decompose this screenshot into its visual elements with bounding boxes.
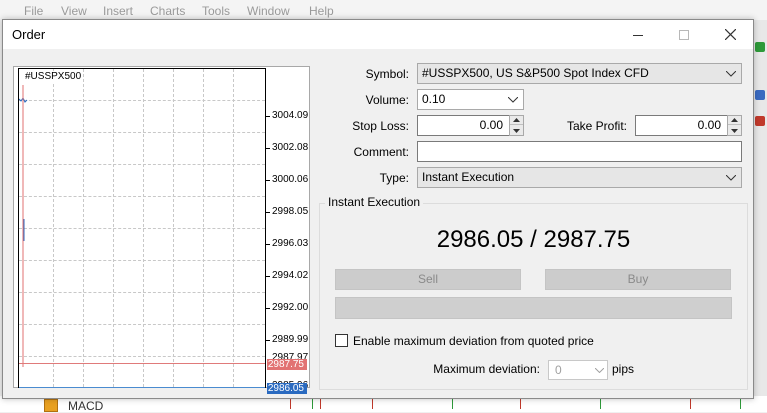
chevron-down-icon <box>508 90 518 109</box>
stop-loss-spin-buttons[interactable] <box>509 115 524 136</box>
execution-group-title: Instant Execution <box>325 195 424 209</box>
indicator-icon <box>44 399 58 412</box>
toolbar-icon[interactable] <box>755 116 765 126</box>
candle <box>320 399 321 409</box>
ask-line <box>19 363 265 364</box>
background-right-toolbar <box>752 20 767 412</box>
volume-label: Volume: <box>365 93 409 107</box>
order-dialog: Order #USSPX500 3004.09 3002.08 3000.06 … <box>2 19 754 399</box>
chart-plot-area: #USSPX500 <box>18 68 266 388</box>
candle <box>290 399 291 409</box>
symbol-select[interactable]: #USSPX500, US S&P500 Spot Index CFD <box>417 63 742 84</box>
chart-symbol-label: #USSPX500 <box>25 71 82 82</box>
take-profit-input[interactable]: 0.00 <box>635 115 728 136</box>
price-tick-label: 2998.05 <box>272 206 309 217</box>
max-deviation-label: Maximum deviation: <box>433 362 540 376</box>
price-tick-label: 2989.99 <box>272 334 309 345</box>
toolbar-icon[interactable] <box>755 42 765 52</box>
menu-file[interactable]: File <box>24 4 43 18</box>
buy-button[interactable]: Buy <box>545 269 731 290</box>
comment-label: Comment: <box>353 145 409 159</box>
max-deviation-select[interactable]: 0 <box>548 360 608 380</box>
menu-charts[interactable]: Charts <box>150 4 185 18</box>
tick-mark <box>266 116 270 117</box>
candle <box>740 399 741 409</box>
price-tick-label: 2996.03 <box>272 238 309 249</box>
tick-chart: #USSPX500 3004.09 3002.08 3000.06 2998.0… <box>13 66 310 394</box>
bid-price-tag: 2986.05 <box>267 383 307 394</box>
take-profit-label: Take Profit: <box>566 119 627 133</box>
menu-window[interactable]: Window <box>247 4 290 18</box>
menu-tools[interactable]: Tools <box>202 4 230 18</box>
maximize-icon <box>679 29 689 40</box>
candle <box>520 399 521 409</box>
spin-down-icon[interactable] <box>728 126 741 135</box>
tick-mark <box>266 180 270 181</box>
max-deviation-checkbox-label[interactable]: Enable maximum deviation from quoted pri… <box>353 334 594 348</box>
symbol-label: Symbol: <box>365 67 409 81</box>
candle <box>600 399 601 409</box>
execution-progress-bar <box>335 297 732 319</box>
price-tick-label: 2994.02 <box>272 270 309 281</box>
ask-price-tag: 2987.75 <box>267 359 307 370</box>
take-profit-spin-buttons[interactable] <box>727 115 742 136</box>
tick-mark <box>266 340 270 341</box>
chevron-down-icon <box>726 64 736 83</box>
menu-view[interactable]: View <box>61 4 87 18</box>
volume-select[interactable]: 0.10 <box>417 89 524 110</box>
menu-help[interactable]: Help <box>309 4 334 18</box>
dialog-titlebar[interactable]: Order <box>3 20 753 49</box>
spin-down-icon[interactable] <box>510 126 523 135</box>
minimize-icon <box>633 34 643 36</box>
maximize-button[interactable] <box>661 20 707 49</box>
menu-insert[interactable]: Insert <box>103 4 133 18</box>
tick-mark <box>266 276 270 277</box>
bid-line <box>19 387 265 388</box>
max-deviation-value: 0 <box>555 363 562 377</box>
spin-up-icon[interactable] <box>728 116 741 125</box>
dialog-title: Order <box>12 27 46 42</box>
tick-mark <box>266 244 270 245</box>
close-icon <box>724 29 736 40</box>
stop-loss-input[interactable]: 0.00 <box>417 115 510 136</box>
chevron-down-icon <box>726 168 736 187</box>
indicator-label[interactable]: MACD <box>68 399 103 413</box>
candle <box>690 399 691 409</box>
tick-mark <box>266 212 270 213</box>
chevron-down-icon <box>594 361 604 379</box>
background-menubar: File View Insert Charts Tools Window Hel… <box>0 0 767 20</box>
comment-input[interactable] <box>417 141 742 162</box>
type-label: Type: <box>379 171 409 185</box>
volume-value: 0.10 <box>422 92 446 106</box>
order-type-value: Instant Execution <box>422 170 515 184</box>
tick-mark <box>266 148 270 149</box>
take-profit-spinner[interactable]: 0.00 <box>635 115 742 136</box>
order-type-select[interactable]: Instant Execution <box>417 167 742 188</box>
max-deviation-checkbox[interactable] <box>335 334 348 347</box>
tick-mark <box>266 308 270 309</box>
candle <box>372 399 373 409</box>
candle <box>312 399 313 409</box>
tick-price-line <box>19 85 28 367</box>
stop-loss-spinner[interactable]: 0.00 <box>417 115 524 136</box>
bid-ask-quote: 2986.05 / 2987.75 <box>436 226 631 253</box>
minimize-button[interactable] <box>615 20 661 49</box>
candle <box>452 399 453 409</box>
close-button[interactable] <box>707 20 753 49</box>
stop-loss-label: Stop Loss: <box>352 119 409 133</box>
max-deviation-unit: pips <box>612 362 635 376</box>
symbol-value: #USSPX500, US S&P500 Spot Index CFD <box>422 66 649 80</box>
sell-button[interactable]: Sell <box>335 269 521 290</box>
toolbar-icon[interactable] <box>755 90 765 100</box>
spin-up-icon[interactable] <box>510 116 523 125</box>
price-tick-label: 2992.00 <box>272 302 309 313</box>
